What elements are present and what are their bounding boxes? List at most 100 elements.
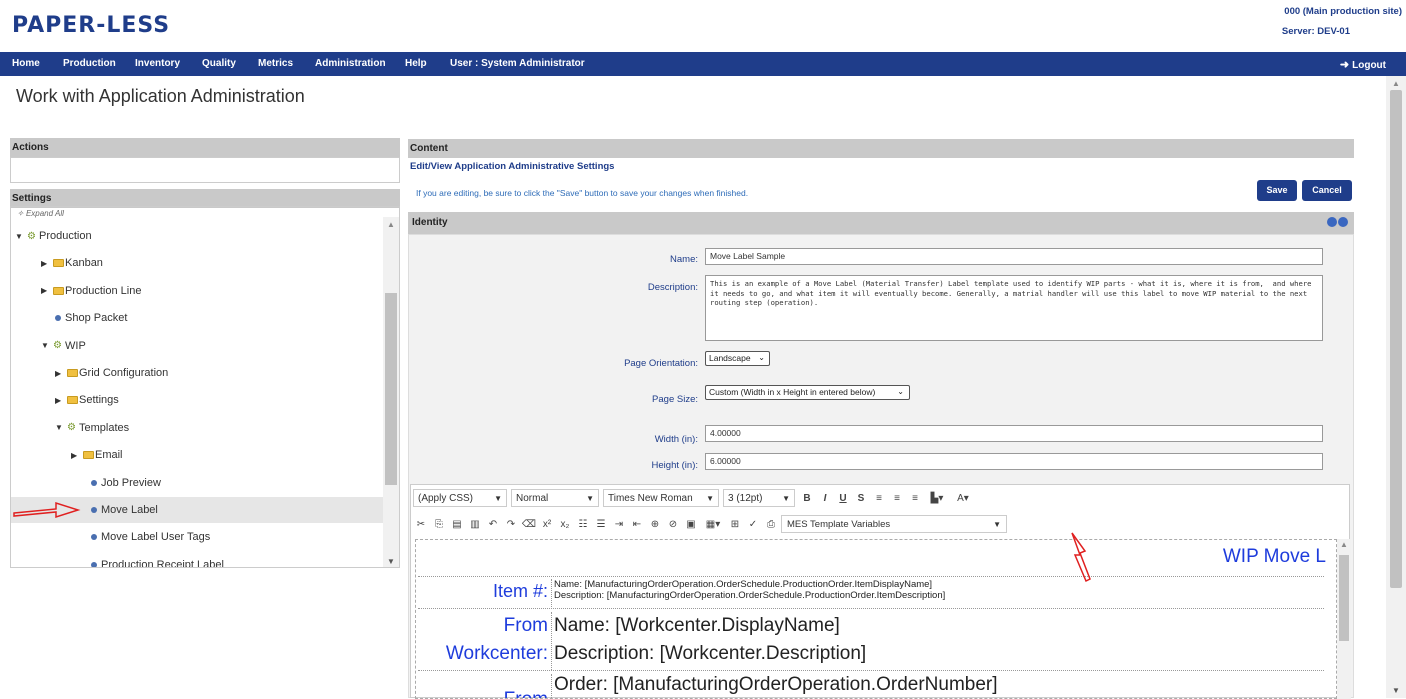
tree-item[interactable]: ▼ ⚙ Production <box>11 223 92 249</box>
gear-icon: ⚙ <box>27 230 36 242</box>
nav-administration[interactable]: Administration <box>315 58 386 69</box>
label-canvas[interactable]: WIP Move L Item #: Name: [ManufacturingO… <box>415 539 1337 699</box>
scroll-down-icon[interactable]: ▼ <box>1392 686 1400 695</box>
tree-item[interactable]: Job Preview <box>11 470 161 496</box>
scroll-up-icon[interactable]: ▲ <box>1392 79 1400 88</box>
undo-icon[interactable]: ↶ <box>485 519 501 530</box>
tree-item[interactable]: Production Receipt Label <box>11 552 224 567</box>
align-center-icon[interactable]: ≡ <box>889 493 905 504</box>
logout-button[interactable]: ➜ Logout <box>1340 58 1386 71</box>
tree-item[interactable]: Move Label User Tags <box>11 524 210 550</box>
format-select[interactable]: Normal ▼ <box>511 489 599 507</box>
format-stripper-icon[interactable]: ⌫ <box>521 519 537 530</box>
paste-special-icon[interactable]: ▥ <box>467 519 483 530</box>
nav-inventory[interactable]: Inventory <box>135 58 180 69</box>
tree-item[interactable]: ▶ Email <box>11 442 123 468</box>
cut-icon[interactable]: ✂ <box>413 519 429 530</box>
content-subtitle: Edit/View Application Administrative Set… <box>410 161 615 172</box>
label-row-workcenter: From Workcenter: Name: [Workcenter.Displ… <box>418 608 1324 670</box>
strikethrough-icon[interactable]: S <box>853 493 869 504</box>
nav-home[interactable]: Home <box>12 58 40 69</box>
italic-icon[interactable]: I <box>817 493 833 504</box>
fullscreen-icon[interactable]: ⊞ <box>727 519 743 530</box>
page-orientation-select[interactable]: Landscape ⌄ <box>705 351 770 366</box>
caret-down-icon[interactable]: ▼ <box>55 423 67 432</box>
print-icon[interactable]: ⎙ <box>763 519 779 530</box>
tree-scrollbar[interactable]: ▲ ▼ <box>383 217 399 567</box>
caret-right-icon[interactable]: ▶ <box>55 369 67 378</box>
bold-icon[interactable]: B <box>799 493 815 504</box>
spellcheck-icon[interactable]: ✓ <box>745 519 761 530</box>
tree-item[interactable]: ▼ ⚙ WIP <box>11 333 86 359</box>
tree-scroll-thumb[interactable] <box>385 293 397 485</box>
nav-help[interactable]: Help <box>405 58 427 69</box>
paperless-logo[interactable]: PAPER-LESS <box>12 13 170 38</box>
tree-scroll-up-icon[interactable]: ▲ <box>387 220 395 229</box>
width-input[interactable]: 4.00000 <box>705 425 1323 442</box>
tree-item[interactable]: ▼ ⚙ Templates <box>11 415 129 441</box>
apply-css-select[interactable]: (Apply CSS) ▼ <box>413 489 507 507</box>
outdent-icon[interactable]: ⇤ <box>629 519 645 530</box>
caret-right-icon[interactable]: ▶ <box>41 286 53 295</box>
canvas-scroll-up-icon[interactable]: ▲ <box>1340 540 1348 549</box>
numbered-list-icon[interactable]: ☷ <box>575 519 591 530</box>
cancel-button[interactable]: Cancel <box>1302 180 1352 201</box>
page-scroll-thumb[interactable] <box>1390 90 1402 588</box>
nav-metrics[interactable]: Metrics <box>258 58 293 69</box>
main-navbar: Home Production Inventory Quality Metric… <box>0 52 1406 76</box>
highlight-color-icon[interactable]: ▙▾ <box>925 493 949 504</box>
caret-down-icon[interactable]: ▼ <box>15 232 27 241</box>
save-button[interactable]: Save <box>1257 180 1297 201</box>
name-input[interactable]: Move Label Sample <box>705 248 1323 265</box>
bullet-icon <box>91 479 97 486</box>
tree-item[interactable]: Shop Packet <box>11 305 127 331</box>
actions-panel <box>10 157 400 183</box>
minimize-icon[interactable] <box>1338 217 1348 227</box>
canvas-scrollbar[interactable]: ▲ <box>1337 539 1351 699</box>
canvas-scroll-thumb[interactable] <box>1339 555 1349 641</box>
caret-right-icon[interactable]: ▶ <box>55 396 67 405</box>
tree-item[interactable]: ▶ Grid Configuration <box>11 360 168 386</box>
mes-template-variables-select[interactable]: MES Template Variables ▼ <box>781 515 1007 533</box>
logout-icon: ➜ <box>1339 59 1350 71</box>
indent-icon[interactable]: ⇥ <box>611 519 627 530</box>
unlink-icon[interactable]: ⊘ <box>665 519 681 530</box>
font-select[interactable]: Times New Roman ▼ <box>603 489 719 507</box>
nav-user[interactable]: User : System Administrator <box>450 58 585 69</box>
page-scrollbar[interactable]: ▲ ▼ <box>1386 76 1406 698</box>
folder-icon <box>67 369 78 377</box>
table-icon[interactable]: ▦▾ <box>701 519 725 530</box>
redo-icon[interactable]: ↷ <box>503 519 519 530</box>
subscript-icon[interactable]: x₂ <box>557 519 573 530</box>
font-size-select[interactable]: 3 (12pt) ▼ <box>723 489 795 507</box>
caret-right-icon[interactable]: ▶ <box>71 451 83 460</box>
align-left-icon[interactable]: ≡ <box>871 493 887 504</box>
collapse-icon[interactable] <box>1327 217 1337 227</box>
tree-scroll-down-icon[interactable]: ▼ <box>387 557 395 566</box>
red-arrow-up-icon <box>1071 532 1091 583</box>
paste-icon[interactable]: ▤ <box>449 519 465 530</box>
server-name: Server: DEV-01 <box>1281 26 1350 37</box>
bullet-list-icon[interactable]: ☰ <box>593 519 609 530</box>
tree-item-label: Production Line <box>65 284 142 297</box>
font-color-icon[interactable]: A▾ <box>951 493 975 504</box>
caret-right-icon[interactable]: ▶ <box>41 259 53 268</box>
tree-item[interactable]: ▶ Production Line <box>11 278 141 304</box>
nav-quality[interactable]: Quality <box>202 58 236 69</box>
expand-all-link[interactable]: ✧ Expand All <box>17 209 64 218</box>
page-size-select[interactable]: Custom (Width in x Height in entered bel… <box>705 385 910 400</box>
underline-icon[interactable]: U <box>835 493 851 504</box>
hyperlink-icon[interactable]: ⊕ <box>647 519 663 530</box>
tree-item-label: Templates <box>79 421 130 434</box>
align-right-icon[interactable]: ≡ <box>907 493 923 504</box>
description-textarea[interactable]: This is an example of a Move Label (Mate… <box>705 275 1323 341</box>
image-icon[interactable]: ▣ <box>683 519 699 530</box>
caret-down-icon[interactable]: ▼ <box>41 341 53 350</box>
nav-production[interactable]: Production <box>63 58 116 69</box>
height-input[interactable]: 6.00000 <box>705 453 1323 470</box>
superscript-icon[interactable]: x² <box>539 519 555 530</box>
copy-icon[interactable]: ⎘ <box>431 519 447 530</box>
chevron-down-icon: ▼ <box>993 519 1001 529</box>
tree-item[interactable]: ▶ Settings <box>11 387 119 413</box>
tree-item[interactable]: ▶ Kanban <box>11 250 103 276</box>
